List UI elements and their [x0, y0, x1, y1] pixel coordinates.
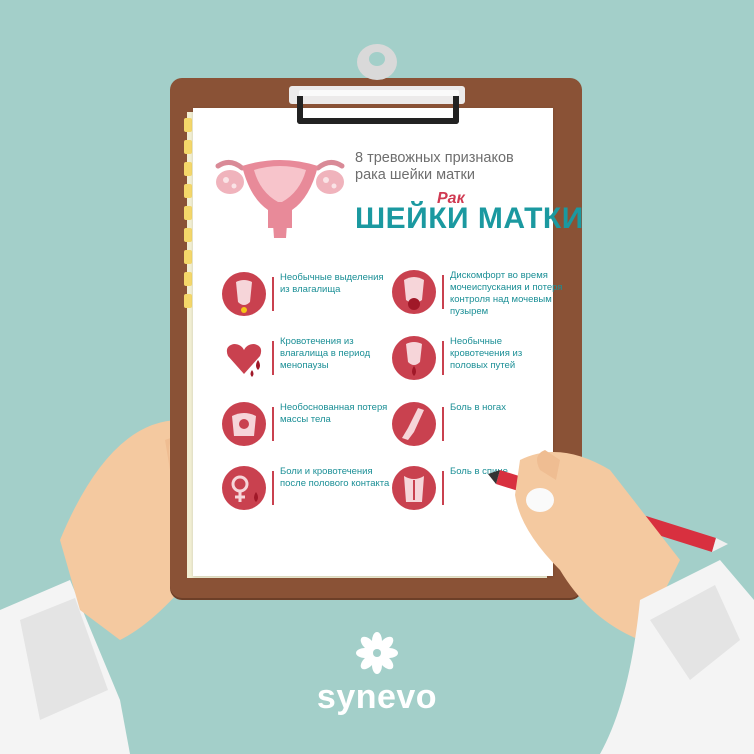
- brand-name: synevo: [316, 678, 438, 716]
- flower-icon: [356, 632, 398, 674]
